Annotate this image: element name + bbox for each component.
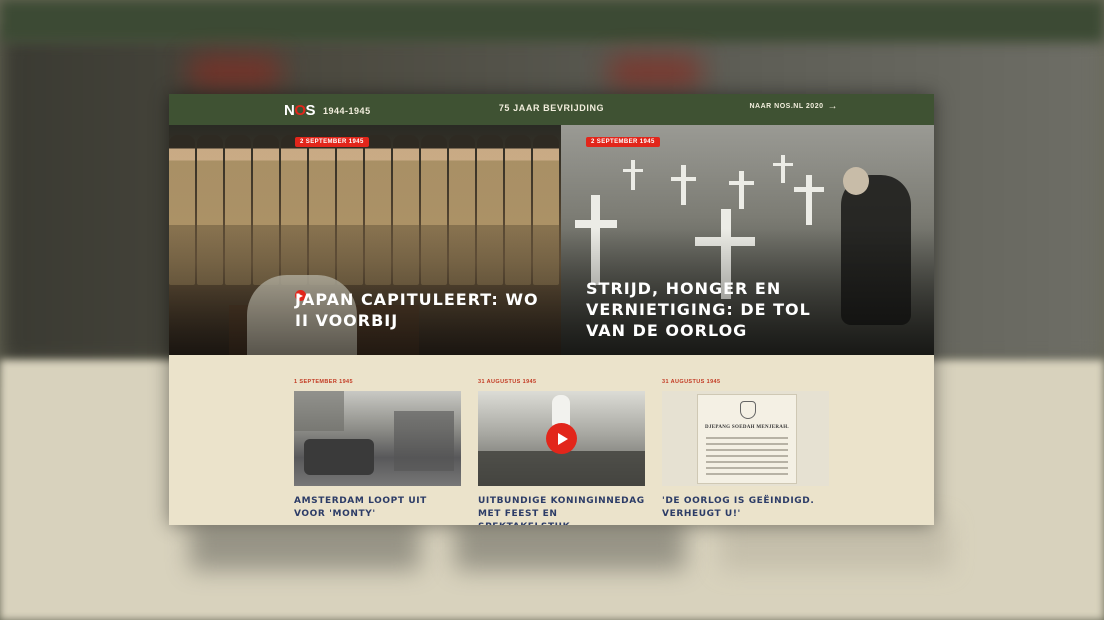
card-title: AMSTERDAM LOOPT UIT VOOR 'MONTY': [294, 496, 427, 519]
arrow-right-icon: →: [827, 101, 838, 112]
card-date: 1 SEPTEMBER 1945: [294, 379, 353, 385]
nos-2020-link[interactable]: NAAR NOS.NL 2020 →: [749, 101, 838, 112]
crest-icon: [740, 401, 756, 419]
card-date: 31 AUGUSTUS 1945: [662, 379, 721, 385]
card-image: [294, 391, 461, 486]
document-image: DJEPANG SOEDAH MENJERAH.: [697, 394, 797, 484]
hero-date-badge: 2 SEPTEMBER 1945: [295, 137, 369, 147]
hero-date-badge: 2 SEPTEMBER 1945: [586, 137, 660, 147]
hero-card-japan[interactable]: 2 SEPTEMBER 1945 JAPAN CAPITULEERT: WO I…: [169, 125, 561, 355]
article-card[interactable]: 31 AUGUSTUS 1945 UITBUNDIGE KONINGINNEDA…: [478, 379, 645, 525]
hero-section: 2 SEPTEMBER 1945 JAPAN CAPITULEERT: WO I…: [169, 125, 934, 355]
hero-card-toll[interactable]: 2 SEPTEMBER 1945 STRIJD, HONGER EN VERNI…: [561, 125, 934, 355]
card-image: DJEPANG SOEDAH MENJERAH.: [662, 391, 829, 486]
page-frame: NOS 1944-1945 75 JAAR BEVRIJDING NAAR NO…: [169, 94, 934, 525]
nav-link-label: NAAR NOS.NL 2020: [749, 103, 824, 110]
document-heading: DJEPANG SOEDAH MENJERAH.: [705, 425, 789, 430]
top-bar: NOS 1944-1945 75 JAAR BEVRIJDING NAAR NO…: [169, 94, 934, 125]
article-cards: 1 SEPTEMBER 1945 AMSTERDAM LOOPT UIT VOO…: [169, 355, 934, 525]
card-title: 'DE OORLOG IS GEËINDIGD. VERHEUGT U!': [662, 496, 815, 519]
card-date: 31 AUGUSTUS 1945: [478, 379, 537, 385]
card-image: [478, 391, 645, 486]
hero-title: STRIJD, HONGER EN VERNIETIGING: DE TOL V…: [586, 279, 811, 340]
card-title: UITBUNDIGE KONINGINNEDAG MET FEEST EN SP…: [478, 496, 645, 525]
article-card[interactable]: 1 SEPTEMBER 1945 AMSTERDAM LOOPT UIT VOO…: [294, 379, 461, 525]
hero-title: JAPAN CAPITULEERT: WO II VOORBIJ: [295, 290, 539, 330]
article-card[interactable]: 31 AUGUSTUS 1945 DJEPANG SOEDAH MENJERAH…: [662, 379, 829, 525]
play-icon[interactable]: [546, 423, 577, 454]
